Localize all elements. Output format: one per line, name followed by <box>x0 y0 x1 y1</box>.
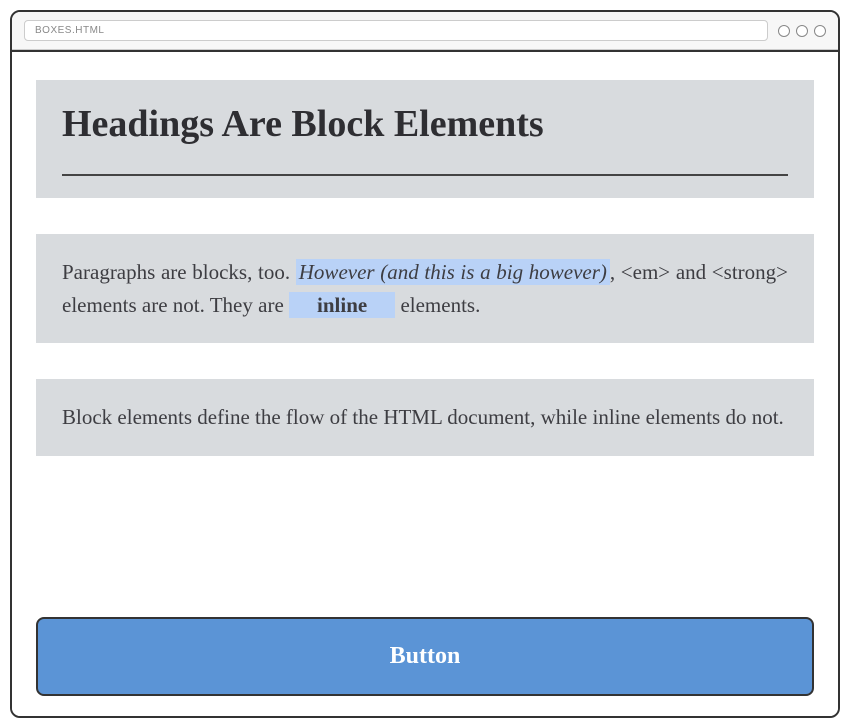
browser-window: BOXES.HTML Headings Are Block Elements P… <box>10 10 840 718</box>
maximize-icon[interactable] <box>796 25 808 37</box>
close-icon[interactable] <box>814 25 826 37</box>
page-title: Headings Are Block Elements <box>62 102 788 176</box>
strong-text: inline <box>289 292 395 318</box>
paragraph-1-block: Paragraphs are blocks, too. However (and… <box>36 234 814 343</box>
address-bar[interactable]: BOXES.HTML <box>24 20 768 41</box>
paragraph-1-post: elements. <box>395 293 480 317</box>
paragraph-2-block: Block elements define the flow of the HT… <box>36 379 814 456</box>
paragraph-1: Paragraphs are blocks, too. However (and… <box>62 256 788 321</box>
button-element[interactable]: Button <box>36 617 814 696</box>
browser-titlebar: BOXES.HTML <box>12 12 838 50</box>
page-viewport: Headings Are Block Elements Paragraphs a… <box>12 50 838 716</box>
paragraph-2: Block elements define the flow of the HT… <box>62 401 788 434</box>
window-controls <box>778 25 826 37</box>
minimize-icon[interactable] <box>778 25 790 37</box>
emphasized-text: However (and this is a big however) <box>296 259 610 285</box>
paragraph-1-pre: Paragraphs are blocks, too. <box>62 260 296 284</box>
heading-block: Headings Are Block Elements <box>36 80 814 198</box>
button-row: Button <box>36 617 814 696</box>
